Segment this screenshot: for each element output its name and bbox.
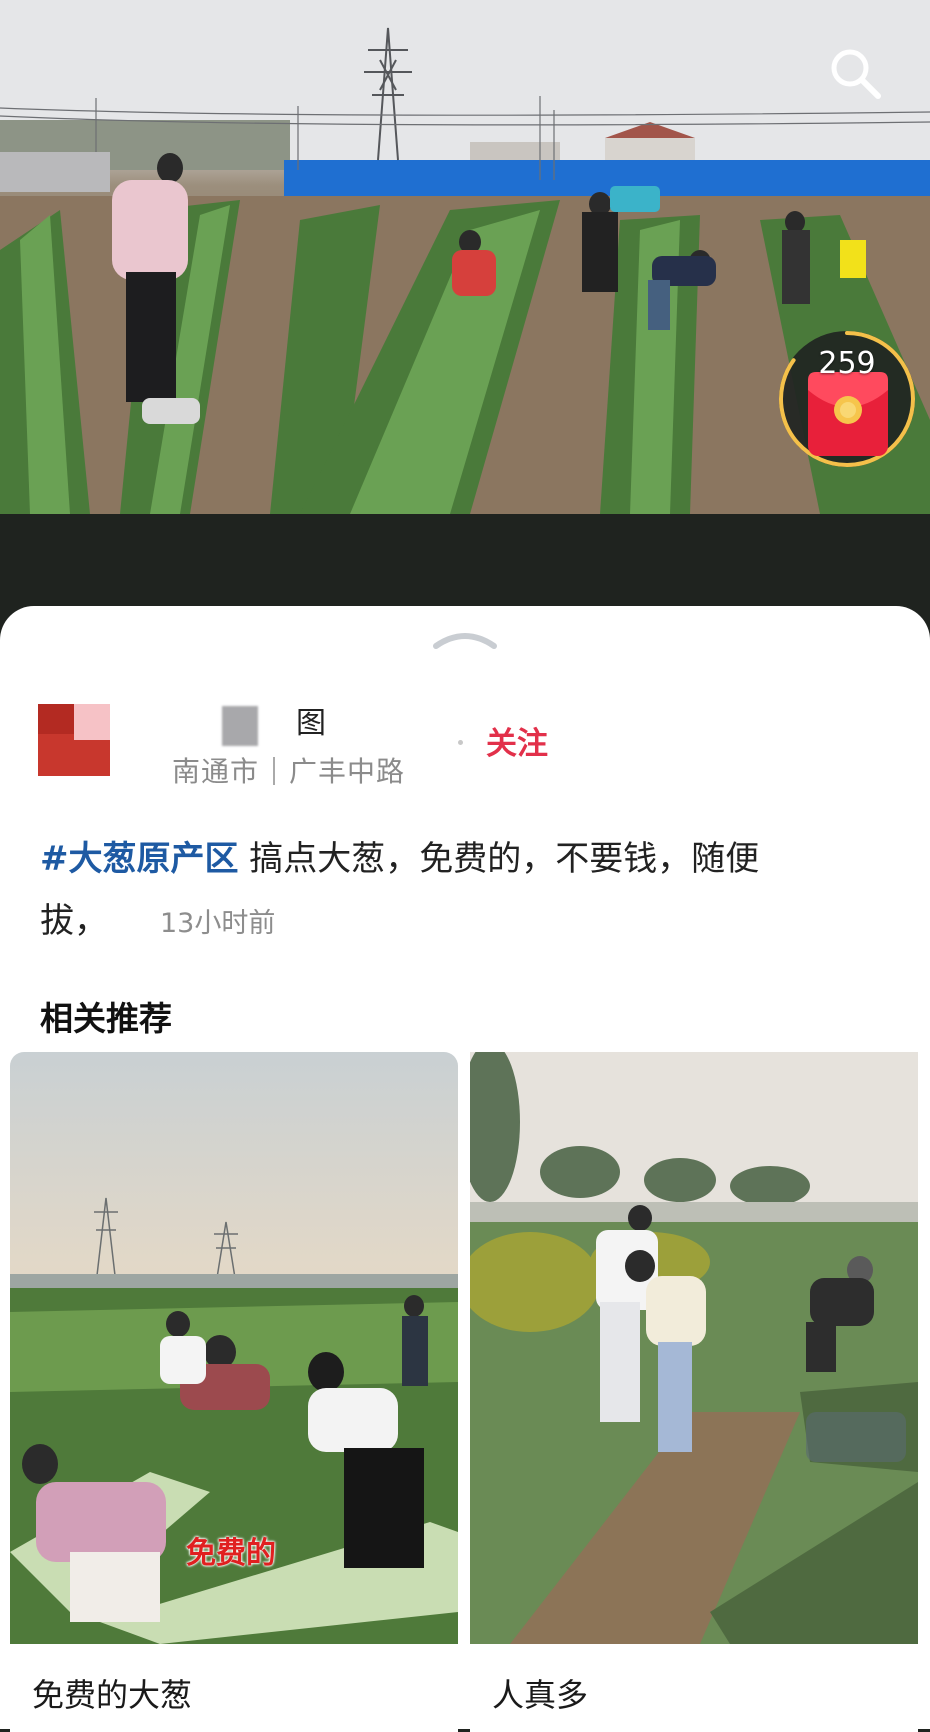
search-button[interactable] <box>826 44 886 104</box>
related-card[interactable]: 免费的 免费的大葱 <box>10 1052 458 1732</box>
author-name-blurred <box>222 706 258 746</box>
author-avatar[interactable] <box>38 704 110 776</box>
author-name[interactable]: 图 <box>296 698 326 742</box>
related-card-title: 免费的大葱 <box>32 1676 193 1714</box>
caption-text-line2: 拔， <box>40 901 108 941</box>
location-city: 南通市 <box>172 755 260 788</box>
related-card-thumbnail <box>470 1052 918 1644</box>
related-card-title: 人真多 <box>492 1676 589 1714</box>
location-road: 广丰中路 <box>289 755 406 788</box>
related-section-title: 相关推荐 <box>40 999 172 1038</box>
red-packet-reward[interactable]: 259 <box>776 328 918 470</box>
post-detail-sheet: 图 南通市 广丰中路 关注 #大葱原产区 搞点大葱，免费的，不要钱，随便 拔， 13… <box>0 606 930 1732</box>
author-location: 南通市 广丰中路 <box>172 750 405 790</box>
chevron-up-icon <box>433 633 497 649</box>
related-card[interactable]: 人真多 <box>470 1052 918 1732</box>
red-packet-count: 259 <box>818 346 876 381</box>
post-time: 13小时前 <box>160 908 276 939</box>
video-player[interactable]: 259 <box>0 0 930 514</box>
post-caption: #大葱原产区 搞点大葱，免费的，不要钱，随便 拔， 13小时前 <box>40 828 890 955</box>
separator-dot <box>458 740 463 745</box>
red-envelope-icon <box>808 372 888 456</box>
thumbnail-overlay-text: 免费的 <box>186 1536 276 1571</box>
location-divider <box>273 757 276 785</box>
hashtag-link[interactable]: #大葱原产区 <box>40 839 239 879</box>
follow-button[interactable]: 关注 <box>486 718 548 763</box>
sheet-handle[interactable] <box>432 628 498 650</box>
search-icon <box>831 49 881 99</box>
caption-text-line1: 搞点大葱，免费的，不要钱，随便 <box>238 839 760 879</box>
video-bottom-strip <box>0 514 930 609</box>
